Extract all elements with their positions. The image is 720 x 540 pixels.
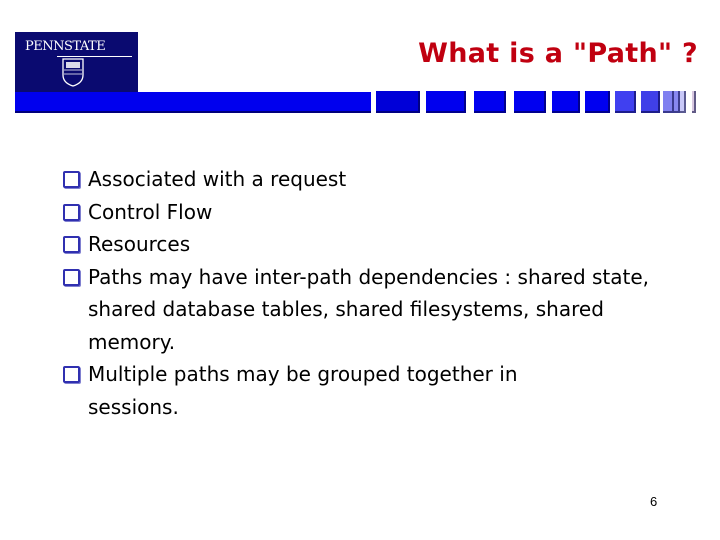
bullet-list: Associated with a request Control Flow R… [63,163,703,423]
bullet-text: Paths may have inter-path dependencies :… [88,264,650,354]
bullet-text: Multiple paths may be grouped together i… [88,362,518,419]
bullet-item: Resources [63,228,703,261]
bullet-item: Associated with a request [63,163,703,196]
page-number: 6 [650,494,658,509]
decor-square [426,91,466,113]
decor-square [585,91,610,113]
checkbox-bullet-icon [63,366,80,383]
checkbox-bullet-icon [63,171,80,188]
bullet-text: Associated with a request [88,167,347,191]
decor-square [376,91,420,113]
bullet-text: Resources [88,232,191,256]
bullet-item: Control Flow [63,196,703,229]
bullet-item: Paths may have inter-path dependencies :… [63,261,678,359]
penn-state-logo: PENNSTATE [15,32,138,92]
logo-wordmark: PENNSTATE [25,39,106,54]
bullet-item: Multiple paths may be grouped together i… [63,358,608,423]
decor-square [474,91,506,113]
decor-square [641,91,660,113]
header-bar [15,92,371,113]
bullet-text: Control Flow [88,199,213,224]
slide-title: What is a "Path" ? [418,38,698,69]
checkbox-bullet-icon [63,268,80,286]
checkbox-bullet-icon [63,236,80,253]
decor-square [615,91,636,113]
decor-square [680,91,686,113]
decor-square [692,91,696,113]
shield-icon [62,58,84,87]
decor-square [514,91,546,113]
decor-square [663,91,674,113]
checkbox-bullet-icon [63,203,80,221]
decor-square [552,91,580,113]
